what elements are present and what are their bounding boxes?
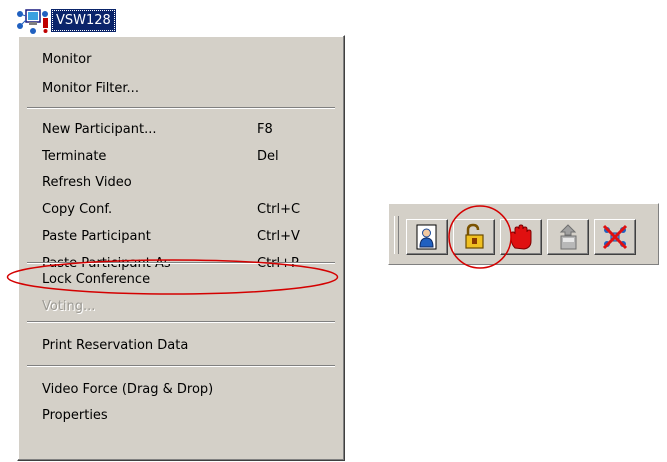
conference-tree-node[interactable]: VSW128 (14, 4, 116, 36)
stop-button[interactable] (500, 219, 542, 255)
disconnect-icon (602, 224, 628, 250)
menu-item-new-participant[interactable]: New Participant... F8 (20, 117, 342, 142)
menu-item-label: Paste Participant (42, 229, 151, 244)
eject-icon (559, 224, 577, 250)
menu-item-lock-conference[interactable]: Lock Conference (20, 267, 342, 292)
menu-item-terminate[interactable]: Terminate Del (20, 144, 342, 169)
menu-item-paste-participant[interactable]: Paste Participant Ctrl+V (20, 224, 342, 249)
participant-button[interactable] (406, 219, 448, 255)
menu-item-shortcut: F8 (257, 122, 273, 137)
menu-item-label: Terminate (42, 149, 107, 164)
menu-item-label: Print Reservation Data (42, 338, 189, 353)
menu-separator (27, 321, 335, 323)
menu-item-label: Copy Conf. (42, 202, 113, 217)
menu-item-monitor-filter[interactable]: Monitor Filter... (20, 76, 342, 101)
menu-item-label: Refresh Video (42, 175, 132, 190)
conference-node-icon (17, 9, 48, 34)
conference-toolbar (388, 203, 659, 265)
conference-name-label[interactable]: VSW128 (51, 8, 116, 32)
menu-separator (27, 365, 335, 367)
disconnect-button[interactable] (594, 219, 636, 255)
menu-item-copy-conf[interactable]: Copy Conf. Ctrl+C (20, 197, 342, 222)
stop-hand-icon (510, 224, 532, 250)
context-menu: Monitor Monitor Filter... New Participan… (17, 35, 345, 461)
unlock-icon (465, 223, 484, 249)
menu-item-voting: Voting... (20, 294, 342, 319)
menu-item-label: Voting... (42, 299, 96, 314)
toolbar-grip[interactable] (394, 216, 399, 254)
menu-item-refresh-video[interactable]: Refresh Video (20, 170, 342, 195)
menu-item-shortcut: Ctrl+V (257, 229, 300, 244)
menu-separator (27, 262, 335, 264)
menu-item-properties[interactable]: Properties (20, 403, 342, 428)
menu-item-shortcut: Del (257, 149, 279, 164)
participant-icon (416, 224, 437, 250)
menu-item-video-force[interactable]: Video Force (Drag & Drop) (20, 377, 342, 402)
menu-separator (27, 107, 335, 109)
eject-button[interactable] (547, 219, 589, 255)
menu-item-label: Monitor (42, 52, 92, 67)
menu-item-print-reservation[interactable]: Print Reservation Data (20, 333, 342, 358)
menu-item-shortcut: Ctrl+C (257, 202, 301, 217)
menu-item-label: New Participant... (42, 122, 157, 137)
menu-item-label: Lock Conference (42, 272, 151, 287)
menu-item-label: Properties (42, 408, 108, 423)
menu-item-label: Video Force (Drag & Drop) (42, 382, 214, 397)
menu-item-monitor[interactable]: Monitor (20, 47, 342, 72)
lock-conference-button[interactable] (453, 219, 495, 255)
menu-item-label: Monitor Filter... (42, 81, 139, 96)
